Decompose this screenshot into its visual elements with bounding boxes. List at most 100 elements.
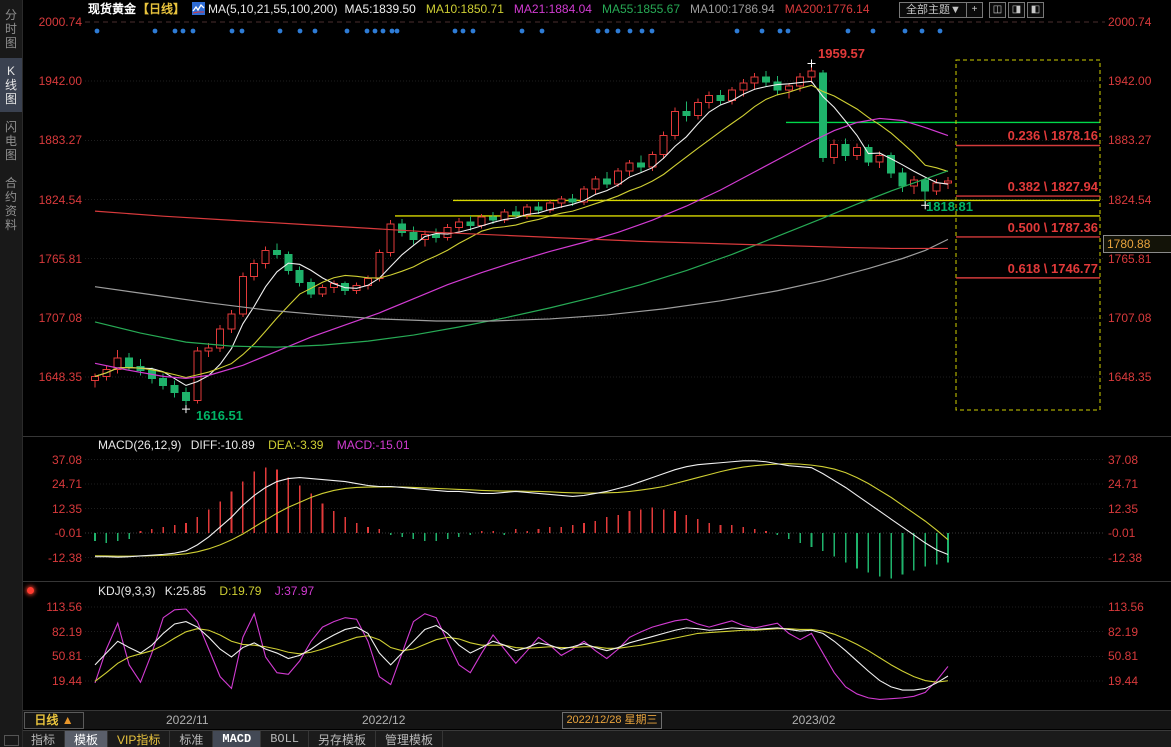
event-dot-icon[interactable] xyxy=(846,29,851,34)
candle-body[interactable] xyxy=(285,254,292,270)
candle-body[interactable] xyxy=(933,183,940,191)
candle-body[interactable] xyxy=(626,163,633,171)
candle-body[interactable] xyxy=(376,252,383,278)
candle-body[interactable] xyxy=(944,181,951,183)
event-dot-icon[interactable] xyxy=(395,29,400,34)
candle-body[interactable] xyxy=(672,111,679,135)
candle-body[interactable] xyxy=(410,232,417,239)
event-dot-icon[interactable] xyxy=(390,29,395,34)
candle-body[interactable] xyxy=(922,180,929,191)
event-dot-icon[interactable] xyxy=(596,29,601,34)
event-dot-icon[interactable] xyxy=(650,29,655,34)
pop-out-icon[interactable]: ◧ xyxy=(1027,2,1044,18)
candle-body[interactable] xyxy=(592,179,599,189)
footer-tab-标准[interactable]: 标准 xyxy=(170,731,213,747)
candle-body[interactable] xyxy=(853,148,860,156)
theme-select-button[interactable]: 全部主题▼ xyxy=(899,2,968,18)
candle-body[interactable] xyxy=(467,222,474,225)
chart-canvas[interactable] xyxy=(0,0,1171,747)
event-dot-icon[interactable] xyxy=(920,29,925,34)
candle-body[interactable] xyxy=(319,288,326,294)
candle-body[interactable] xyxy=(603,179,610,184)
candle-body[interactable] xyxy=(785,86,792,90)
event-dot-icon[interactable] xyxy=(640,29,645,34)
candle-body[interactable] xyxy=(273,250,280,254)
candle-body[interactable] xyxy=(558,199,565,203)
alert-dot-icon[interactable] xyxy=(27,587,34,594)
candle-body[interactable] xyxy=(763,77,770,82)
footer-tab-VIP指标[interactable]: VIP指标 xyxy=(108,731,170,747)
sidebar-tab-闪电图[interactable]: 闪电图 xyxy=(0,114,22,168)
event-dot-icon[interactable] xyxy=(605,29,610,34)
footer-tab-模板[interactable]: 模板 xyxy=(65,731,108,747)
event-dot-icon[interactable] xyxy=(735,29,740,34)
event-dot-icon[interactable] xyxy=(153,29,158,34)
sidebar-tab-分时图[interactable]: 分时图 xyxy=(0,2,22,56)
event-dot-icon[interactable] xyxy=(173,29,178,34)
fib-box[interactable] xyxy=(956,60,1100,410)
candle-body[interactable] xyxy=(683,111,690,115)
candle-body[interactable] xyxy=(819,73,826,158)
footer-tab-另存模板[interactable]: 另存模板 xyxy=(309,731,376,747)
event-dot-icon[interactable] xyxy=(786,29,791,34)
candle-body[interactable] xyxy=(660,136,667,155)
event-dot-icon[interactable] xyxy=(471,29,476,34)
candle-body[interactable] xyxy=(649,155,656,167)
candle-body[interactable] xyxy=(364,279,371,286)
corner-resize-box[interactable] xyxy=(4,735,19,746)
event-dot-icon[interactable] xyxy=(871,29,876,34)
candle-body[interactable] xyxy=(694,102,701,115)
candle-body[interactable] xyxy=(239,277,246,314)
candle-body[interactable] xyxy=(797,77,804,86)
candle-body[interactable] xyxy=(251,264,258,277)
candle-body[interactable] xyxy=(399,224,406,232)
event-dot-icon[interactable] xyxy=(240,29,245,34)
event-dot-icon[interactable] xyxy=(345,29,350,34)
event-dot-icon[interactable] xyxy=(628,29,633,34)
candle-body[interactable] xyxy=(842,145,849,156)
footer-tab-BOLL[interactable]: BOLL xyxy=(261,731,309,747)
candle-body[interactable] xyxy=(171,385,178,392)
shift-pane-icon[interactable]: ◨ xyxy=(1008,2,1025,18)
candle-body[interactable] xyxy=(92,376,99,380)
event-dot-icon[interactable] xyxy=(365,29,370,34)
event-dot-icon[interactable] xyxy=(903,29,908,34)
candle-body[interactable] xyxy=(876,156,883,162)
split-pane-icon[interactable]: ◫ xyxy=(989,2,1006,18)
footer-tab-指标[interactable]: 指标 xyxy=(22,731,65,747)
candle-body[interactable] xyxy=(615,171,622,184)
event-dot-icon[interactable] xyxy=(381,29,386,34)
pan-tool-icon[interactable]: + xyxy=(966,2,983,18)
footer-tab-管理模板[interactable]: 管理模板 xyxy=(376,731,443,747)
event-dot-icon[interactable] xyxy=(453,29,458,34)
event-dot-icon[interactable] xyxy=(298,29,303,34)
candle-body[interactable] xyxy=(512,212,519,215)
event-dot-icon[interactable] xyxy=(230,29,235,34)
candle-body[interactable] xyxy=(126,358,133,366)
footer-tab-MACD[interactable]: MACD xyxy=(213,731,261,747)
candle-body[interactable] xyxy=(535,207,542,210)
candle-body[interactable] xyxy=(751,77,758,83)
candle-body[interactable] xyxy=(637,163,644,167)
candle-body[interactable] xyxy=(740,83,747,90)
candle-body[interactable] xyxy=(706,95,713,102)
candle-body[interactable] xyxy=(262,250,269,263)
event-dot-icon[interactable] xyxy=(616,29,621,34)
event-dot-icon[interactable] xyxy=(95,29,100,34)
event-dot-icon[interactable] xyxy=(520,29,525,34)
candle-body[interactable] xyxy=(228,314,235,329)
period-selector[interactable]: 日线 ▲ xyxy=(24,712,84,729)
event-dot-icon[interactable] xyxy=(938,29,943,34)
event-dot-icon[interactable] xyxy=(778,29,783,34)
candle-body[interactable] xyxy=(831,145,838,158)
candle-body[interactable] xyxy=(899,173,906,186)
candle-body[interactable] xyxy=(296,271,303,283)
sidebar-tab-K线图[interactable]: K线图 xyxy=(0,58,22,112)
candle-body[interactable] xyxy=(478,217,485,225)
event-dot-icon[interactable] xyxy=(313,29,318,34)
event-dot-icon[interactable] xyxy=(191,29,196,34)
candle-body[interactable] xyxy=(808,71,815,77)
candle-body[interactable] xyxy=(160,378,167,385)
candle-body[interactable] xyxy=(455,222,462,227)
candle-body[interactable] xyxy=(433,234,440,237)
